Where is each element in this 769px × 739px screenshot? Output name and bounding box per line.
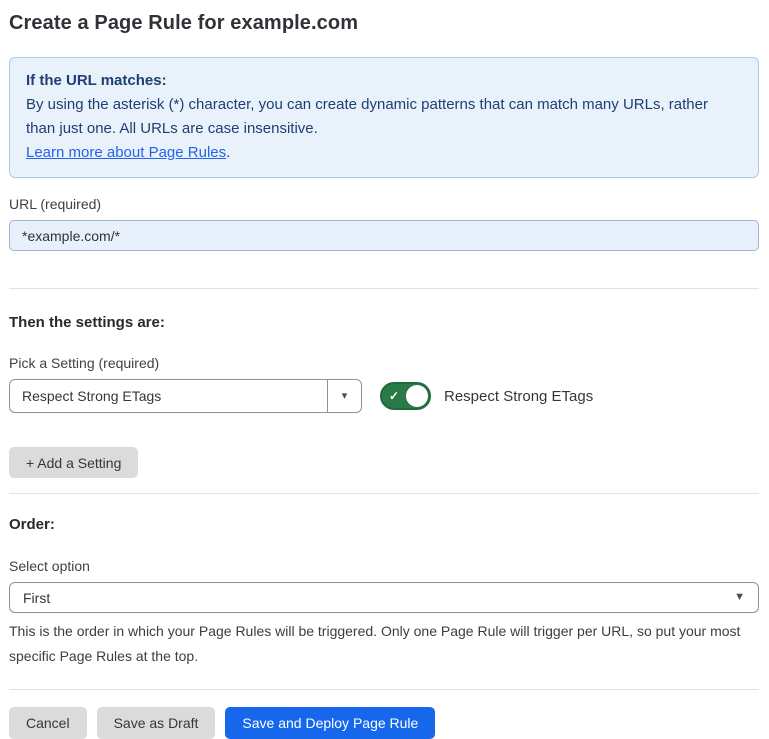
select-option-label: Select option — [9, 557, 760, 575]
page-title: Create a Page Rule for example.com — [9, 11, 760, 36]
section-divider — [9, 288, 759, 289]
chevron-down-icon: ▼ — [734, 592, 745, 603]
toggle-knob — [406, 385, 428, 407]
save-draft-button[interactable]: Save as Draft — [97, 707, 216, 739]
info-box-body: By using the asterisk (*) character, you… — [26, 93, 738, 141]
toggle-label: Respect Strong ETags — [444, 388, 593, 405]
setting-dropdown-value: Respect Strong ETags — [10, 388, 327, 404]
order-section-heading: Order: — [9, 515, 760, 534]
settings-section-heading: Then the settings are: — [9, 313, 760, 332]
setting-dropdown-arrow-button[interactable]: ▾ — [327, 380, 361, 412]
pick-setting-label: Pick a Setting (required) — [9, 354, 760, 372]
url-input[interactable] — [9, 220, 759, 251]
create-page-rule-form: Create a Page Rule for example.com If th… — [0, 11, 769, 739]
setting-row: Respect Strong ETags ▾ ✓ Respect Strong … — [9, 379, 760, 413]
learn-more-suffix: . — [226, 144, 230, 161]
add-setting-button[interactable]: + Add a Setting — [9, 447, 138, 478]
order-help-text: This is the order in which your Page Rul… — [9, 619, 754, 669]
chevron-down-icon: ▾ — [342, 391, 348, 402]
setting-dropdown[interactable]: Respect Strong ETags ▾ — [9, 379, 362, 413]
info-box-heading: If the URL matches: — [26, 69, 742, 93]
save-deploy-button[interactable]: Save and Deploy Page Rule — [225, 707, 435, 739]
setting-toggle[interactable]: ✓ — [380, 382, 431, 410]
section-divider — [9, 689, 759, 690]
info-link-line: Learn more about Page Rules. — [26, 141, 742, 165]
learn-more-link[interactable]: Learn more about Page Rules — [26, 144, 226, 161]
order-dropdown-value: First — [23, 590, 50, 606]
check-icon: ✓ — [389, 389, 399, 403]
url-label: URL (required) — [9, 195, 760, 213]
cancel-button[interactable]: Cancel — [9, 707, 87, 739]
form-actions: Cancel Save as Draft Save and Deploy Pag… — [9, 707, 760, 739]
section-divider — [9, 493, 759, 494]
order-dropdown[interactable]: First ▼ — [9, 582, 759, 613]
url-match-info-box: If the URL matches: By using the asteris… — [9, 57, 759, 178]
